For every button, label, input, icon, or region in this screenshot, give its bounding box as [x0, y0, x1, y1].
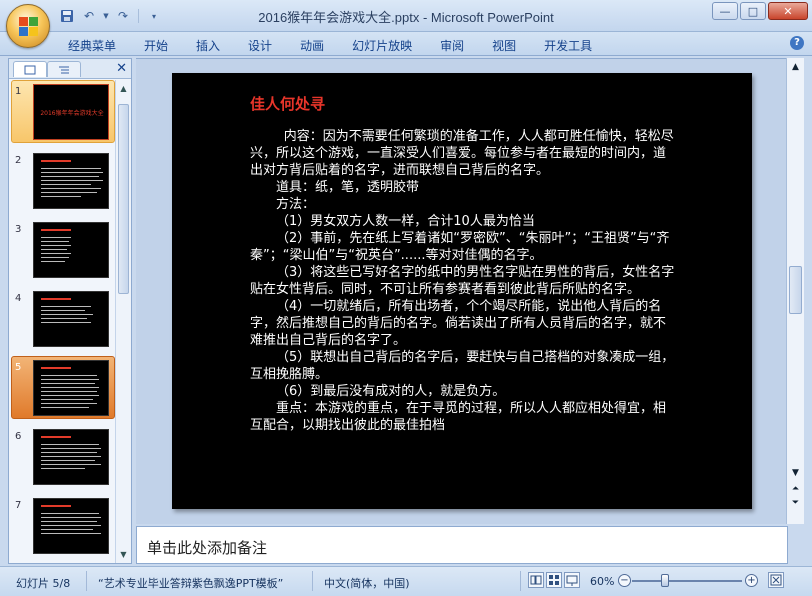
tab-view[interactable]: 视图: [480, 35, 528, 56]
slide-paragraph: 重点：本游戏的重点，在于寻觅的过程，所以人人都应相处得宜，相互配合，以期找出彼此…: [250, 401, 667, 433]
help-icon[interactable]: ?: [790, 36, 804, 50]
thumbnail-2[interactable]: 2: [9, 149, 115, 218]
normal-view-icon: [530, 575, 542, 585]
office-logo-icon: [19, 17, 39, 37]
scroll-up-icon[interactable]: ▲: [787, 60, 804, 74]
normal-view-button[interactable]: [528, 572, 544, 588]
fit-window-icon: [770, 574, 782, 586]
cover-title: 2016猴年年会游戏大全: [40, 110, 104, 117]
slide-thumbnail: 2016猴年年会游戏大全: [33, 84, 109, 140]
panel-scroll-thumb[interactable]: [118, 104, 129, 294]
slide-title[interactable]: 佳人何处寻: [250, 93, 325, 114]
thumbnail-number: 6: [15, 431, 22, 442]
language-indicator[interactable]: 中文(简体，中国): [324, 575, 410, 591]
close-button[interactable]: ✕: [768, 2, 808, 20]
thumbnail-6[interactable]: 6: [9, 425, 115, 494]
zoom-slider[interactable]: [632, 580, 742, 582]
zoom-out-icon[interactable]: −: [618, 574, 631, 587]
tab-design[interactable]: 设计: [236, 35, 284, 56]
zoom-level[interactable]: 60%: [590, 575, 614, 588]
main-scrollbar[interactable]: ▲ ▼ ⏶ ⏷: [786, 58, 804, 524]
thumbnail-number: 5: [15, 362, 22, 373]
status-separator: [520, 571, 521, 591]
office-button[interactable]: [6, 4, 50, 48]
status-separator: [312, 571, 313, 591]
slide-paragraph: （5）联想出自己背后的名字后，要赶快与自己搭档的对象凑成一组，互相挽胳膊。: [250, 350, 675, 382]
slide-indicator: 幻灯片 5/8: [16, 577, 71, 590]
slide-paragraph: （4）一切就绪后，所有出场者，个个竭尽所能，说出他人背后的名字，然后推想自己的背…: [250, 299, 667, 348]
thumbnail-4[interactable]: 4: [9, 287, 115, 356]
slide-paragraph: 方法：: [276, 197, 316, 212]
tab-classic-menu[interactable]: 经典菜单: [56, 35, 128, 56]
maximize-button[interactable]: □: [740, 2, 766, 20]
slides-panel: ✕ 1 2016猴年年会游戏大全 2 3 4 5 6 7 ▲ ▼: [8, 58, 132, 564]
slideshow-icon: [566, 575, 578, 586]
slide-editor: 佳人何处寻 内容：因为不需要任何繁琐的准备工作，人人都可胜任愉快，轻松尽兴，所以…: [136, 58, 786, 524]
slide-thumbnail: [33, 360, 109, 416]
slide-thumbnail: [33, 153, 109, 209]
notes-placeholder: 单击此处添加备注: [147, 539, 268, 557]
theme-name[interactable]: “艺术专业毕业答辩紫色飘逸PPT模板”: [98, 575, 283, 591]
slide-sorter-button[interactable]: [546, 572, 562, 588]
thumbnail-5[interactable]: 5: [9, 356, 115, 425]
thumbnail-list: 1 2016猴年年会游戏大全 2 3 4 5 6 7: [9, 80, 115, 563]
close-panel-icon[interactable]: ✕: [116, 61, 127, 76]
thumbnail-number: 4: [15, 293, 22, 304]
thumbnail-number: 3: [15, 224, 22, 235]
slide-paragraph: （2）事前，先在纸上写着诸如“罗密欧”、“朱丽叶”；“王祖贤”与“齐秦”；“梁山…: [250, 231, 670, 263]
slideshow-button[interactable]: [564, 572, 580, 588]
slide-paragraph: （3）将这些已写好名字的纸中的男性名字贴在男性的背后，女性名字贴在女性背后。同时…: [250, 265, 675, 297]
slide-paragraph: （6）到最后没有成对的人，就是负方。: [276, 384, 506, 399]
status-bar: 幻灯片 5/8 “艺术专业毕业答辩紫色飘逸PPT模板” 中文(简体，中国) 60…: [0, 566, 812, 596]
outline-view-icon: [59, 66, 69, 73]
fit-to-window-button[interactable]: [768, 572, 784, 588]
tab-review[interactable]: 审阅: [428, 35, 476, 56]
panel-scrollbar[interactable]: ▲ ▼: [115, 80, 131, 563]
zoom-slider-handle[interactable]: [661, 574, 669, 587]
scroll-down-icon[interactable]: ▼: [787, 466, 804, 480]
slide-body[interactable]: 内容：因为不需要任何繁琐的准备工作，人人都可胜任愉快，轻松尽兴，所以这个游戏，一…: [250, 128, 678, 434]
slides-view-icon: [24, 65, 36, 74]
notes-pane[interactable]: 单击此处添加备注: [136, 526, 788, 564]
minimize-button[interactable]: —: [712, 2, 738, 20]
tab-animation[interactable]: 动画: [288, 35, 336, 56]
slide-paragraph: 道具：纸，笔，透明胶带: [276, 180, 420, 195]
scroll-up-icon[interactable]: ▲: [116, 81, 131, 96]
window-title: 2016猴年年会游戏大全.pptx - Microsoft PowerPoint: [258, 10, 554, 25]
tab-developer[interactable]: 开发工具: [532, 35, 604, 56]
thumbnail-3[interactable]: 3: [9, 218, 115, 287]
thumbnail-7[interactable]: 7: [9, 494, 115, 563]
slide-thumbnail: [33, 429, 109, 485]
previous-slide-icon[interactable]: ⏶: [787, 482, 804, 496]
title-bar: ↶ ▼ ↷ ▾ 2016猴年年会游戏大全.pptx - Microsoft Po…: [0, 0, 812, 32]
slide-paragraph: （1）男女双方人数一样，合计10人最为恰当: [276, 214, 535, 229]
tab-slides-view[interactable]: [13, 61, 47, 77]
next-slide-icon[interactable]: ⏷: [787, 496, 804, 510]
status-separator: [86, 571, 87, 591]
window-controls: — □ ✕: [712, 2, 808, 20]
slide-thumbnail: [33, 498, 109, 554]
thumbnail-1[interactable]: 1 2016猴年年会游戏大全: [9, 80, 115, 149]
main-scroll-thumb[interactable]: [789, 266, 802, 314]
ribbon-tabs: 经典菜单 开始 插入 设计 动画 幻灯片放映 审阅 视图 开发工具: [56, 35, 608, 56]
tab-outline-view[interactable]: [47, 61, 81, 77]
slide-thumbnail: [33, 291, 109, 347]
current-slide[interactable]: 佳人何处寻 内容：因为不需要任何繁琐的准备工作，人人都可胜任愉快，轻松尽兴，所以…: [172, 73, 752, 509]
scroll-down-icon[interactable]: ▼: [116, 547, 131, 562]
tab-home[interactable]: 开始: [132, 35, 180, 56]
zoom-in-icon[interactable]: +: [745, 574, 758, 587]
slide-paragraph: 内容：因为不需要任何繁琐的准备工作，人人都可胜任愉快，轻松尽兴，所以这个游戏，一…: [250, 129, 674, 178]
tab-insert[interactable]: 插入: [184, 35, 232, 56]
tab-slideshow[interactable]: 幻灯片放映: [340, 35, 424, 56]
ribbon: 经典菜单 开始 插入 设计 动画 幻灯片放映 审阅 视图 开发工具 ?: [0, 32, 812, 56]
thumbnail-number: 1: [15, 86, 22, 97]
thumbnail-number: 2: [15, 155, 22, 166]
panel-tabs: ✕: [9, 59, 131, 79]
thumbnail-number: 7: [15, 500, 22, 511]
slide-thumbnail: [33, 222, 109, 278]
slide-sorter-icon: [549, 575, 559, 585]
